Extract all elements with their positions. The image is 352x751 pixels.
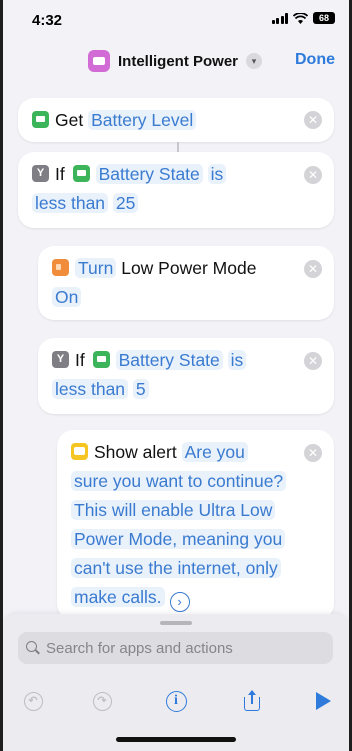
play-icon (315, 692, 331, 710)
condition-operator-token[interactable]: is (227, 350, 247, 370)
info-button[interactable]: i (161, 686, 191, 716)
connector-line (177, 142, 179, 152)
battery-icon (88, 50, 110, 72)
page-title: Intelligent Power (118, 52, 239, 70)
alert-message-line[interactable]: make calls. (71, 587, 165, 607)
search-icon (26, 641, 40, 655)
undo-button[interactable]: ↶ (18, 686, 48, 716)
alert-message-token[interactable]: Are you (181, 442, 248, 462)
status-time: 4:32 (32, 12, 63, 29)
battery-icon (32, 111, 49, 128)
shortcut-editor-screen: 4:32 68 Intelligent Power ▾ Done Get Bat… (3, 0, 349, 751)
cellular-signal-icon (271, 12, 288, 24)
action-card-get-battery-level[interactable]: Get Battery Level ✕ (18, 98, 334, 142)
share-icon (243, 690, 261, 712)
editor-toolbar: ↶ ↷ i (3, 686, 349, 716)
condition-operator-token[interactable]: is (207, 164, 227, 184)
done-button[interactable]: Done (295, 51, 335, 69)
variable-token[interactable]: Battery State (95, 164, 203, 184)
branch-icon: Y (32, 165, 49, 182)
battery-icon: 68 (313, 12, 335, 24)
battery-icon (92, 351, 110, 368)
variable-token[interactable]: Battery State (115, 350, 223, 370)
status-bar: 4:32 68 (3, 0, 349, 40)
nav-bar: Intelligent Power ▾ Done (3, 40, 349, 82)
undo-icon: ↶ (23, 691, 43, 711)
toggle-token[interactable]: Turn (75, 258, 117, 278)
run-button[interactable] (306, 686, 336, 716)
message-icon (71, 443, 88, 460)
home-indicator (116, 737, 236, 742)
remove-action-button[interactable]: ✕ (304, 352, 322, 370)
chevron-down-icon[interactable]: ▾ (246, 53, 263, 69)
wifi-icon (293, 12, 308, 24)
battery-icon (72, 165, 90, 182)
parameter-token[interactable]: Battery Level (88, 110, 197, 130)
search-input[interactable] (46, 639, 316, 657)
status-indicators: 68 (271, 12, 335, 24)
search-bar[interactable] (18, 632, 333, 664)
info-icon: i (165, 690, 187, 712)
alert-message-line[interactable]: This will enable Ultra Low (71, 500, 276, 520)
remove-action-button[interactable]: ✕ (304, 166, 322, 184)
action-keyword: If (75, 350, 85, 370)
action-keyword: Show alert (94, 442, 177, 462)
alert-message-line[interactable]: can't use the internet, only (71, 558, 281, 578)
remove-action-button[interactable]: ✕ (304, 260, 322, 278)
state-token[interactable]: On (52, 287, 82, 307)
chevron-right-icon[interactable]: › (169, 592, 190, 612)
remove-action-button[interactable]: ✕ (304, 111, 322, 129)
action-card-if-battery-state-nested[interactable]: Y If Battery State is less than 5 ✕ (38, 338, 334, 414)
remove-action-button[interactable]: ✕ (304, 444, 322, 462)
alert-message-line[interactable]: Power Mode, meaning you (71, 529, 286, 549)
shortcut-title-menu[interactable]: Intelligent Power ▾ (88, 50, 263, 72)
action-keyword: If (55, 164, 65, 184)
action-card-low-power-mode[interactable]: Turn Low Power Mode On ✕ (38, 246, 334, 320)
share-button[interactable] (237, 686, 267, 716)
alert-message-line[interactable]: sure you want to continue? (71, 471, 287, 491)
condition-value-token[interactable]: 5 (132, 379, 149, 399)
redo-icon: ↷ (92, 691, 112, 711)
action-card-show-alert[interactable]: Show alert Are you sure you want to cont… (57, 430, 334, 620)
sheet-grabber-handle[interactable] (160, 621, 192, 625)
action-search-sheet: ↶ ↷ i (3, 614, 349, 751)
action-card-if-battery-state[interactable]: Y If Battery State is less than 25 ✕ (18, 152, 334, 228)
branch-icon: Y (52, 351, 69, 368)
action-label: Low Power Mode (121, 258, 257, 278)
redo-button[interactable]: ↷ (87, 686, 117, 716)
condition-operator-token[interactable]: less than (52, 379, 129, 399)
action-keyword: Get (55, 110, 84, 130)
condition-value-token[interactable]: 25 (112, 193, 139, 213)
low-battery-icon (52, 259, 69, 276)
condition-operator-token[interactable]: less than (32, 193, 109, 213)
